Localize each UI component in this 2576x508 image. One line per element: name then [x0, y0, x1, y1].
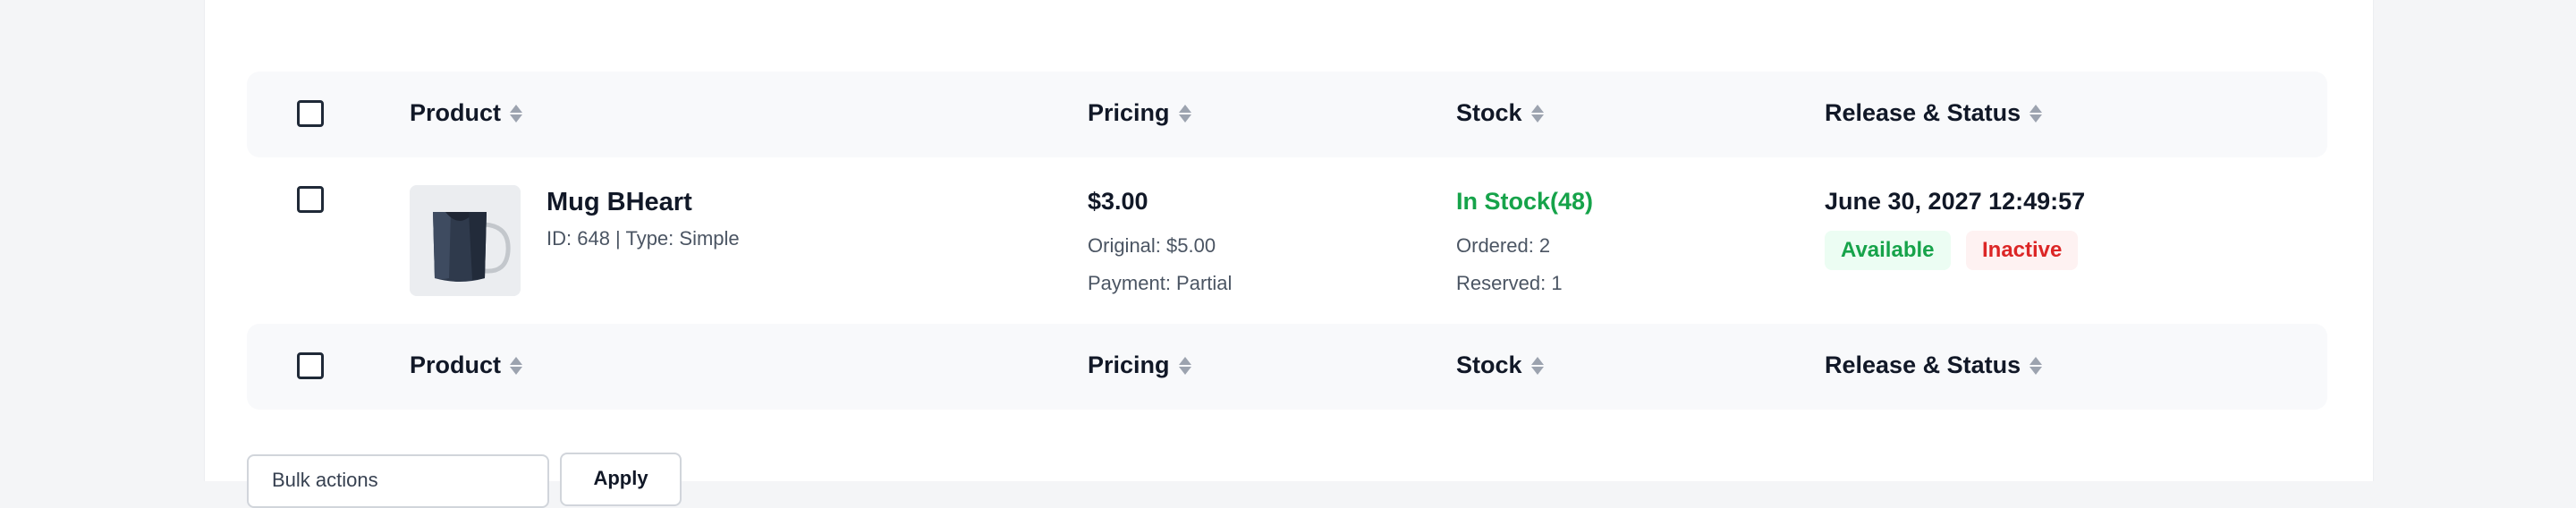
column-header-pricing[interactable]: Pricing [1088, 99, 1191, 127]
reserved-count: Reserved: 1 [1456, 272, 1563, 294]
column-header-release-status-bottom[interactable]: Release & Status [1825, 351, 2043, 379]
apply-button[interactable]: Apply [560, 453, 682, 506]
product-meta: ID: 648 | Type: Simple [547, 227, 740, 250]
column-header-stock[interactable]: Stock [1456, 99, 1544, 127]
sort-icon [1178, 104, 1191, 123]
price: $3.00 [1088, 188, 1148, 215]
product-name[interactable]: Mug BHeart [547, 188, 692, 217]
status-badge-inactive: Inactive [1966, 231, 2079, 270]
ordered-count: Ordered: 2 [1456, 234, 1551, 257]
stock-status: In Stock(48) [1456, 188, 1594, 215]
sort-icon [510, 104, 523, 123]
payment-type: Payment: Partial [1088, 272, 1233, 294]
sort-icon [2029, 356, 2043, 375]
row-select-checkbox[interactable] [297, 186, 324, 213]
column-header-release-status[interactable]: Release & Status [1825, 99, 2043, 127]
release-date: June 30, 2027 12:49:57 [1825, 188, 2086, 215]
original-price: Original: $5.00 [1088, 234, 1216, 257]
bulk-actions-select[interactable]: Bulk actions [247, 454, 549, 508]
select-all-checkbox-top[interactable] [297, 100, 324, 127]
mug-icon [410, 185, 521, 296]
column-header-stock-bottom[interactable]: Stock [1456, 351, 1544, 379]
sort-icon [2029, 104, 2043, 123]
product-thumbnail[interactable] [410, 185, 521, 296]
column-header-pricing-bottom[interactable]: Pricing [1088, 351, 1191, 379]
column-header-product-bottom[interactable]: Product [410, 351, 523, 379]
sort-icon [1530, 356, 1544, 375]
column-header-product[interactable]: Product [410, 99, 523, 127]
status-badge-available: Available [1825, 231, 1951, 270]
sort-icon [1178, 356, 1191, 375]
select-all-checkbox-bottom[interactable] [297, 352, 324, 379]
sort-icon [510, 356, 523, 375]
sort-icon [1530, 104, 1544, 123]
